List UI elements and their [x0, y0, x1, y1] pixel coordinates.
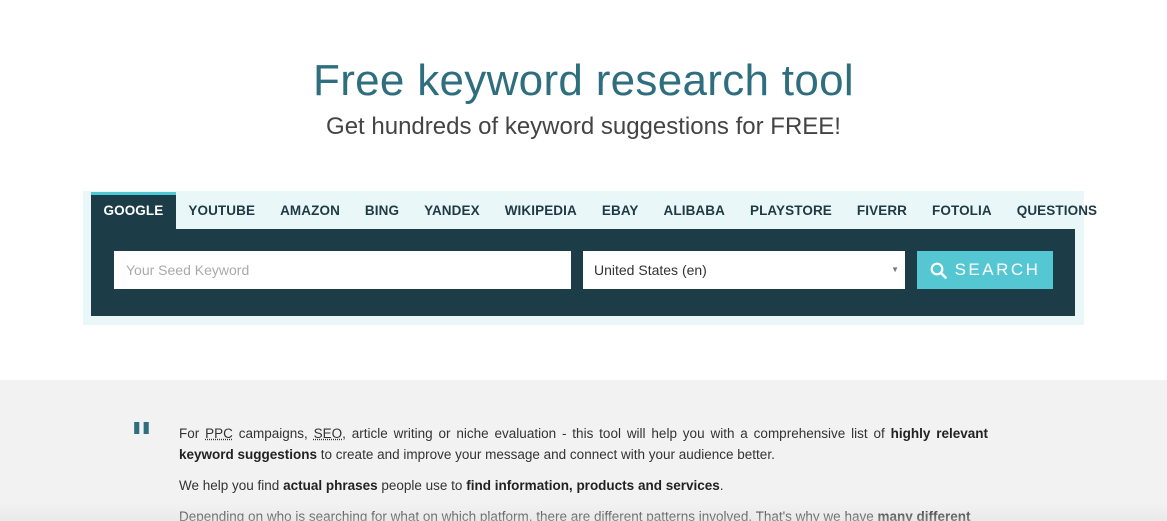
- page-subtitle: Get hundreds of keyword suggestions for …: [326, 113, 841, 140]
- search-button-label: SEARCH: [954, 260, 1041, 279]
- tab-wikipedia[interactable]: WIKIPEDIA: [492, 192, 589, 229]
- tab-alibaba[interactable]: ALIBABA: [651, 192, 737, 229]
- chevron-down-icon: ▼: [891, 265, 899, 274]
- tab-amazon[interactable]: AMAZON: [268, 192, 353, 229]
- country-select[interactable]: United States (en) ▼: [583, 251, 905, 289]
- seo-abbr: SEO: [313, 426, 343, 441]
- tab-google[interactable]: GOOGLE: [91, 192, 176, 229]
- tab-ebay[interactable]: EBAY: [589, 192, 651, 229]
- platform-tabs: GOOGLE YOUTUBE AMAZON BING YANDEX WIKIPE…: [91, 192, 1110, 229]
- help-paragraph: We help you find actual phrases people u…: [179, 478, 724, 493]
- tab-youtube[interactable]: YOUTUBE: [176, 192, 268, 229]
- tab-fiverr[interactable]: FIVERR: [844, 192, 919, 229]
- tab-yandex[interactable]: YANDEX: [412, 192, 493, 229]
- ppc-abbr: PPC: [205, 426, 233, 441]
- intro-paragraph: For PPC campaigns, SEO, article writing …: [179, 426, 988, 462]
- seed-keyword-input[interactable]: [114, 251, 571, 289]
- patterns-paragraph: Depending on who is searching for what o…: [179, 509, 971, 521]
- country-select-value: United States (en): [594, 262, 707, 278]
- search-button[interactable]: SEARCH: [917, 251, 1053, 289]
- tab-bing[interactable]: BING: [352, 192, 411, 229]
- tab-questions[interactable]: QUESTIONS: [1004, 192, 1109, 229]
- tab-fotolia[interactable]: FOTOLIA: [920, 192, 1005, 229]
- page-title: Free keyword research tool: [313, 56, 854, 105]
- quote-icon: ": [130, 414, 153, 465]
- search-icon: [930, 262, 947, 279]
- tab-playstore[interactable]: PLAYSTORE: [737, 192, 844, 229]
